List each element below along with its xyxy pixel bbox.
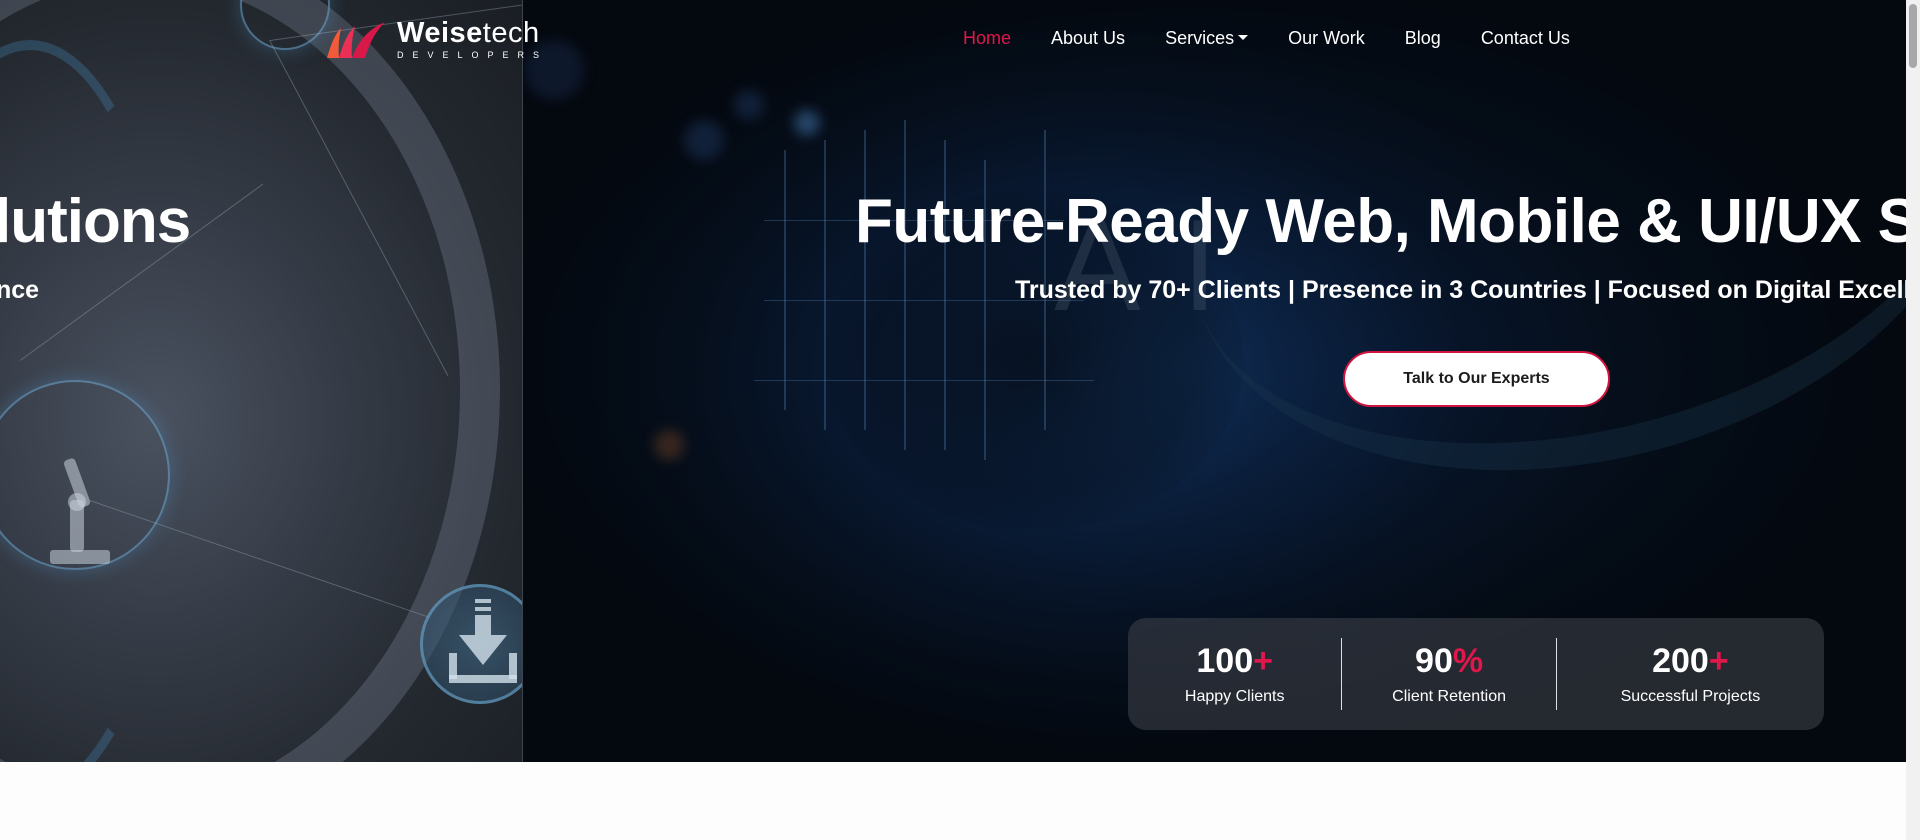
talk-to-experts-button[interactable]: Talk to Our Experts	[1343, 351, 1610, 407]
nav-services[interactable]: Services	[1165, 28, 1249, 49]
brand-name: Weisetech	[397, 18, 548, 48]
previous-slide-title: lutions	[0, 187, 191, 256]
nav-our-work[interactable]: Our Work	[1288, 28, 1365, 49]
nav-blog[interactable]: Blog	[1405, 28, 1441, 49]
page-content-below	[0, 762, 1906, 840]
stat-label: Client Retention	[1392, 688, 1506, 705]
main-nav: Home About Us Services Our Work Blog Con…	[963, 28, 1610, 49]
stat-happy-clients: 100+ Happy Clients	[1128, 642, 1341, 706]
brand-name-bold: Weise	[397, 17, 483, 49]
robot-arm-icon	[50, 458, 110, 564]
stat-suffix: %	[1452, 642, 1484, 680]
brand-name-light: tech	[482, 17, 540, 49]
previous-slide: lutions nce	[0, 0, 523, 762]
brand-tagline: DEVELOPERS	[397, 50, 549, 60]
hero-title: Future-Ready Web, Mobile & UI/UX So	[855, 187, 1906, 256]
stat-label: Successful Projects	[1620, 688, 1761, 705]
hero-carousel: lutions nce A I Future-Ready Web, Mobile…	[0, 0, 1906, 762]
logo-text: Weisetech DEVELOPERS	[397, 18, 548, 60]
stat-value: 200+	[1557, 642, 1824, 680]
stat-number: 100	[1196, 642, 1254, 680]
stat-suffix: +	[1708, 642, 1729, 680]
stat-number: 90	[1415, 642, 1453, 680]
stat-label: Happy Clients	[1184, 688, 1285, 705]
stat-value: 90%	[1342, 642, 1555, 680]
download-icon	[449, 599, 517, 683]
stat-suffix: +	[1253, 642, 1273, 680]
logo[interactable]: Weisetech DEVELOPERS	[325, 18, 548, 60]
caret-down-icon	[1238, 34, 1249, 40]
nav-home[interactable]: Home	[963, 28, 1011, 49]
weisetech-logo-icon	[327, 22, 385, 58]
page-scrollbar[interactable]	[1906, 0, 1920, 840]
nav-about-us[interactable]: About Us	[1051, 28, 1125, 49]
stat-client-retention: 90% Client Retention	[1342, 642, 1555, 706]
stat-value: 100+	[1128, 642, 1341, 680]
scrollbar-thumb[interactable]	[1909, 4, 1917, 68]
stat-number: 200	[1652, 642, 1709, 680]
nav-contact-us[interactable]: Contact Us	[1481, 28, 1570, 49]
previous-slide-subtitle: nce	[0, 276, 40, 304]
nav-services-label: Services	[1165, 28, 1235, 48]
stat-successful-projects: 200+ Successful Projects	[1557, 642, 1824, 706]
hero-subtitle: Trusted by 70+ Clients | Presence in 3 C…	[1015, 276, 1906, 304]
stats-panel: 100+ Happy Clients 90% Client Retention …	[1128, 618, 1824, 730]
download-circle	[420, 584, 522, 704]
navbar: Weisetech DEVELOPERS Home About Us Servi…	[0, 0, 1906, 80]
